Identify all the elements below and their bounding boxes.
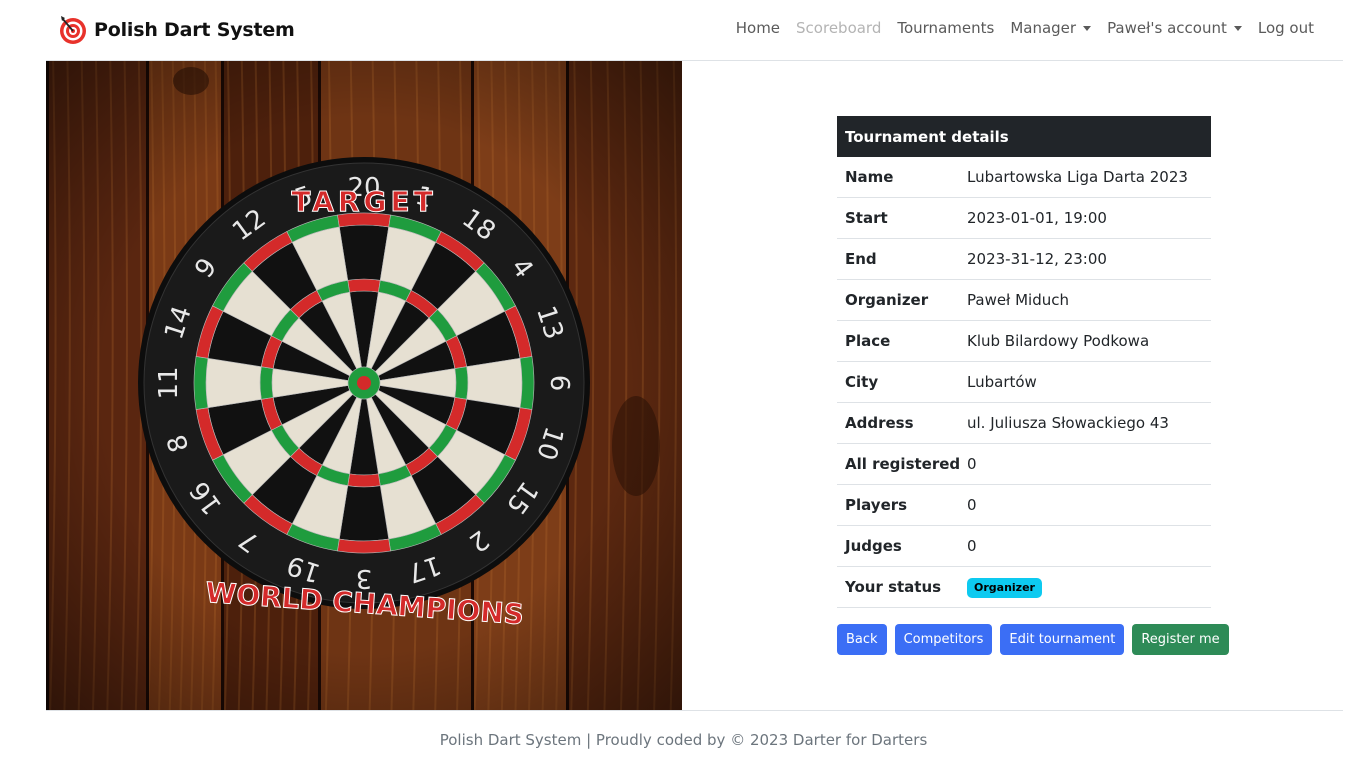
nav-manager-dropdown[interactable]: Manager [1002,19,1099,37]
details-row: Place Klub Bilardowy Podkowa [837,321,1211,362]
details-row-label: Name [845,168,894,186]
board-brand-text: TARGET [291,185,436,218]
details-row: Your status Organizer [837,567,1211,608]
details-row-value: 2023-31-12, 23:00 [967,250,1107,268]
nav-manager-label: Manager [1010,19,1077,37]
brand-name: Polish Dart System [94,19,295,41]
dartboard-photo: 20 11841361015217319716811149125TARGETWOR… [46,61,682,710]
details-row-label: Place [845,332,891,350]
details-row: Judges 0 [837,526,1211,567]
details-row-value: 0 [967,537,977,555]
details-row-label: Your status [845,578,942,596]
details-row-label: Address [845,414,914,432]
details-row: Players 0 [837,485,1211,526]
nav-logout[interactable]: Log out [1250,19,1322,37]
edit-tournament-button[interactable]: Edit tournament [1000,624,1125,655]
details-row-label: Players [845,496,908,514]
competitors-button[interactable]: Competitors [894,624,993,655]
details-row: Address ul. Juliusza Słowackiego 43 [837,403,1211,444]
nav-account-dropdown[interactable]: Paweł's account [1099,19,1250,37]
details-row-label: City [845,373,879,391]
brand-link[interactable]: Polish Dart System [58,14,295,46]
details-row-label: Judges [845,537,902,555]
details-row: Organizer Paweł Miduch [837,280,1211,321]
details-row-value: Lubartów [967,373,1037,391]
register-me-button[interactable]: Register me [1132,624,1229,655]
details-row: End 2023-31-12, 23:00 [837,239,1211,280]
nav-tournaments[interactable]: Tournaments [889,19,1002,37]
board-number: 6 [544,375,574,392]
details-row-value: Paweł Miduch [967,291,1069,309]
details-row-label: End [845,250,877,268]
nav-scoreboard[interactable]: Scoreboard [788,19,889,37]
details-row-value: Lubartowska Liga Darta 2023 [967,168,1188,186]
details-row-value: 2023-01-01, 19:00 [967,209,1107,227]
details-row: Name Lubartowska Liga Darta 2023 [837,157,1211,198]
footer-text: Polish Dart System | Proudly coded by © … [439,731,928,749]
details-row-value: ul. Juliusza Słowackiego 43 [967,414,1169,432]
details-row-value: 0 [967,455,977,473]
navbar: Polish Dart System Home Scoreboard Tourn… [0,0,1367,60]
details-row-value: Klub Bilardowy Podkowa [967,332,1150,350]
action-buttons: Back Competitors Edit tournament Registe… [837,624,1237,655]
details-row-label: Start [845,209,888,227]
details-row: City Lubartów [837,362,1211,403]
tournament-photo: 20 1 18 4 13 6 10 15 2 17 3 19 7 16 8 11 14 9 12 5 TARGET WOR… [46,61,682,710]
details-row: All registered 0 [837,444,1211,485]
back-button[interactable]: Back [837,624,887,655]
details-row-label: All registered [845,455,961,473]
footer-divider [46,710,1343,711]
details-row-value: 0 [967,496,977,514]
board-number: 11 [154,366,184,399]
caret-down-icon [1083,25,1092,31]
details-row-label: Organizer [845,291,929,309]
status-badge: Organizer [967,577,1042,598]
details-header: Tournament details [837,116,1211,157]
nav-home[interactable]: Home [728,19,788,37]
caret-down-icon [1233,25,1242,31]
dartboard-target-icon [60,16,86,44]
details-row: Start 2023-01-01, 19:00 [837,198,1211,239]
tournament-details-table: Tournament details Name Lubartowska Liga … [837,116,1211,608]
nav-account-label: Paweł's account [1107,19,1227,37]
nav-links: Home Scoreboard Tournaments Manager Pawe… [728,19,1322,37]
details-row-value: Organizer [967,577,1211,598]
